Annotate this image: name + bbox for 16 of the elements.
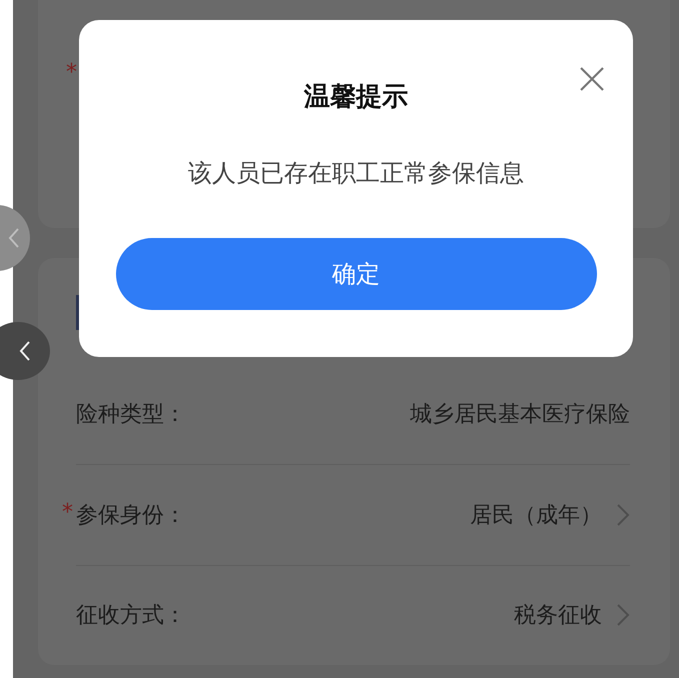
field-label: 险种类型： xyxy=(76,401,186,430)
required-mark: * xyxy=(66,60,77,85)
form-row[interactable]: 征收方式： 税务征收 xyxy=(76,566,630,666)
dialog-title: 温馨提示 xyxy=(304,81,408,114)
field-label: 参保身份： xyxy=(76,502,186,530)
chevron-left-icon xyxy=(19,340,31,362)
form-row[interactable]: 险种类型： 城乡居民基本医疗保险 xyxy=(76,364,630,464)
chevron-left-icon xyxy=(8,227,20,249)
required-mark: * xyxy=(62,500,73,525)
close-icon[interactable] xyxy=(579,66,605,92)
field-value: 税务征收 xyxy=(514,602,602,630)
confirm-button[interactable]: 确定 xyxy=(116,238,596,310)
field-value: 居民（成年） xyxy=(470,502,602,530)
field-value: 城乡居民基本医疗保险 xyxy=(410,401,630,430)
field-label: 征收方式： xyxy=(76,602,186,630)
dialog-message: 该人员已存在职工正常参保信息 xyxy=(188,158,524,189)
